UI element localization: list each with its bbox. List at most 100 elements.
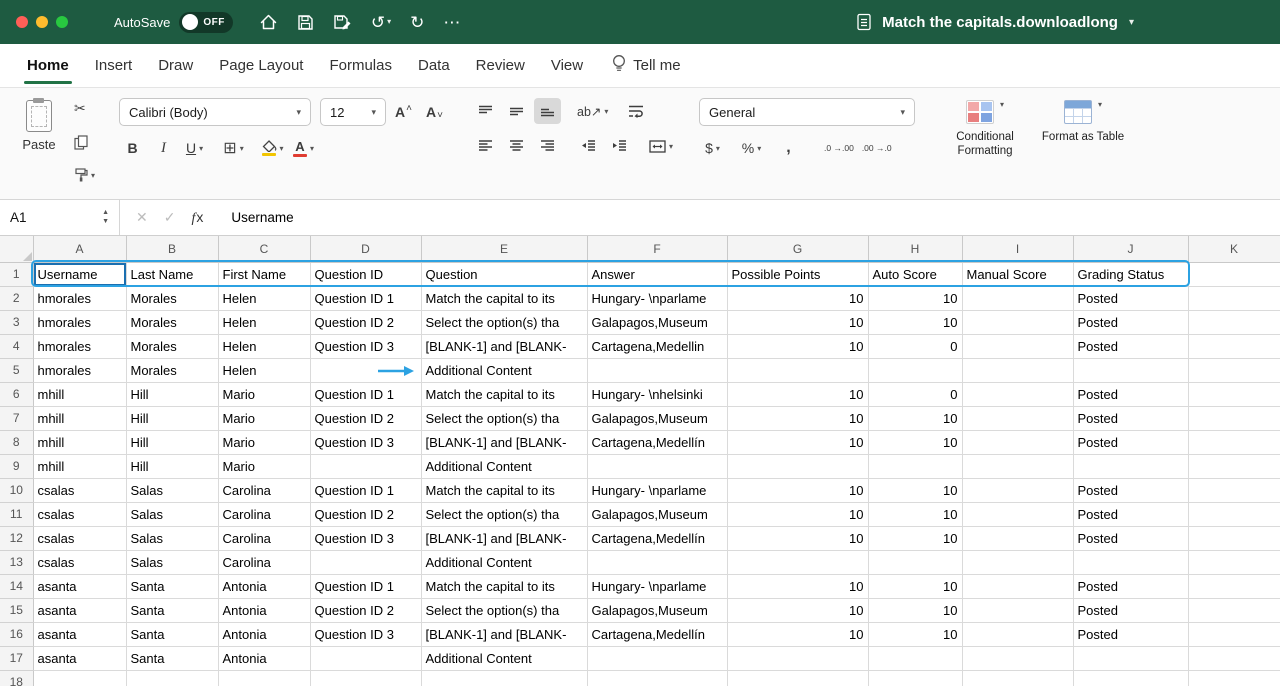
cell-K11[interactable] <box>1188 502 1280 526</box>
cell-I14[interactable] <box>962 574 1073 598</box>
cell-D18[interactable] <box>310 670 421 686</box>
cell-I7[interactable] <box>962 406 1073 430</box>
cell-F15[interactable]: Galapagos,Museum <box>587 598 727 622</box>
cell-E12[interactable]: [BLANK-1] and [BLANK- <box>421 526 587 550</box>
column-header-h[interactable]: H <box>868 236 962 262</box>
cell-J7[interactable]: Posted <box>1073 406 1188 430</box>
cell-C14[interactable]: Antonia <box>218 574 310 598</box>
cell-A7[interactable]: mhill <box>33 406 126 430</box>
cell-G18[interactable] <box>727 670 868 686</box>
cell-B2[interactable]: Morales <box>126 286 218 310</box>
cell-D11[interactable]: Question ID 2 <box>310 502 421 526</box>
italic-button[interactable]: I <box>150 135 177 161</box>
cell-C9[interactable]: Mario <box>218 454 310 478</box>
cell-G17[interactable] <box>727 646 868 670</box>
cell-E4[interactable]: [BLANK-1] and [BLANK- <box>421 334 587 358</box>
cell-G6[interactable]: 10 <box>727 382 868 406</box>
cell-C6[interactable]: Mario <box>218 382 310 406</box>
cell-E1[interactable]: Question <box>421 262 587 286</box>
align-top-button[interactable] <box>472 98 499 124</box>
cell-I18[interactable] <box>962 670 1073 686</box>
cell-G10[interactable]: 10 <box>727 478 868 502</box>
cell-J1[interactable]: Grading Status <box>1073 262 1188 286</box>
cell-K17[interactable] <box>1188 646 1280 670</box>
cell-F4[interactable]: Cartagena,Medellin <box>587 334 727 358</box>
cell-I15[interactable] <box>962 598 1073 622</box>
cell-I11[interactable] <box>962 502 1073 526</box>
tab-view[interactable]: View <box>538 44 596 87</box>
cell-A16[interactable]: asanta <box>33 622 126 646</box>
cell-K10[interactable] <box>1188 478 1280 502</box>
cell-I10[interactable] <box>962 478 1073 502</box>
column-header-g[interactable]: G <box>727 236 868 262</box>
cut-button[interactable]: ✂ <box>74 100 95 117</box>
cell-B17[interactable]: Santa <box>126 646 218 670</box>
confirm-entry-icon[interactable]: ✓ <box>164 209 176 226</box>
tab-page-layout[interactable]: Page Layout <box>206 44 316 87</box>
cell-I3[interactable] <box>962 310 1073 334</box>
cell-H4[interactable]: 0 <box>868 334 962 358</box>
cell-J18[interactable] <box>1073 670 1188 686</box>
column-header-j[interactable]: J <box>1073 236 1188 262</box>
conditional-formatting-button[interactable]: ▾ Conditional Formatting <box>939 98 1031 159</box>
cell-C7[interactable]: Mario <box>218 406 310 430</box>
cell-H1[interactable]: Auto Score <box>868 262 962 286</box>
cell-I6[interactable] <box>962 382 1073 406</box>
insert-function-icon[interactable]: fx <box>191 209 203 227</box>
increase-font-size-button[interactable]: A˄ <box>390 99 417 125</box>
cell-K13[interactable] <box>1188 550 1280 574</box>
align-middle-button[interactable] <box>503 98 530 124</box>
cell-H6[interactable]: 0 <box>868 382 962 406</box>
align-right-button[interactable] <box>534 133 561 159</box>
cell-D4[interactable]: Question ID 3 <box>310 334 421 358</box>
column-header-c[interactable]: C <box>218 236 310 262</box>
cell-I16[interactable] <box>962 622 1073 646</box>
font-name-select[interactable]: Calibri (Body) ▾ <box>119 98 311 126</box>
cell-D1[interactable]: Question ID <box>310 262 421 286</box>
cell-F1[interactable]: Answer <box>587 262 727 286</box>
cell-A9[interactable]: mhill <box>33 454 126 478</box>
cell-J2[interactable]: Posted <box>1073 286 1188 310</box>
cell-G16[interactable]: 10 <box>727 622 868 646</box>
cell-J15[interactable]: Posted <box>1073 598 1188 622</box>
decrease-decimal-button[interactable]: .00 →.0 <box>860 135 894 161</box>
cell-B16[interactable]: Santa <box>126 622 218 646</box>
cell-B18[interactable] <box>126 670 218 686</box>
row-header-18[interactable]: 18 <box>0 670 33 686</box>
cell-K1[interactable] <box>1188 262 1280 286</box>
cell-F8[interactable]: Cartagena,Medellín <box>587 430 727 454</box>
format-as-table-button[interactable]: ▾ Format as Table <box>1037 98 1129 159</box>
cell-H5[interactable] <box>868 358 962 382</box>
cell-E3[interactable]: Select the option(s) tha <box>421 310 587 334</box>
row-header-1[interactable]: 1 <box>0 262 33 286</box>
cell-I13[interactable] <box>962 550 1073 574</box>
row-header-4[interactable]: 4 <box>0 334 33 358</box>
cell-F10[interactable]: Hungary- \nparlame <box>587 478 727 502</box>
cell-F7[interactable]: Galapagos,Museum <box>587 406 727 430</box>
cell-B3[interactable]: Morales <box>126 310 218 334</box>
cell-B13[interactable]: Salas <box>126 550 218 574</box>
cell-J9[interactable] <box>1073 454 1188 478</box>
cell-H12[interactable]: 10 <box>868 526 962 550</box>
more-toolbar-icon[interactable]: ⋯ <box>443 14 460 31</box>
increase-indent-button[interactable] <box>606 133 633 159</box>
cell-F9[interactable] <box>587 454 727 478</box>
cell-A14[interactable]: asanta <box>33 574 126 598</box>
decrease-font-size-button[interactable]: A˅ <box>421 99 448 125</box>
cell-G13[interactable] <box>727 550 868 574</box>
cell-E11[interactable]: Select the option(s) tha <box>421 502 587 526</box>
row-header-14[interactable]: 14 <box>0 574 33 598</box>
cell-B11[interactable]: Salas <box>126 502 218 526</box>
orientation-button[interactable]: ab↗ ▾ <box>575 98 610 124</box>
row-header-15[interactable]: 15 <box>0 598 33 622</box>
cell-I2[interactable] <box>962 286 1073 310</box>
currency-format-button[interactable]: $▾ <box>699 135 726 161</box>
cell-A1[interactable]: Username <box>33 262 126 286</box>
cell-K18[interactable] <box>1188 670 1280 686</box>
cell-B6[interactable]: Hill <box>126 382 218 406</box>
tab-formulas[interactable]: Formulas <box>316 44 405 87</box>
cell-H15[interactable]: 10 <box>868 598 962 622</box>
cell-A10[interactable]: csalas <box>33 478 126 502</box>
cell-G4[interactable]: 10 <box>727 334 868 358</box>
column-header-f[interactable]: F <box>587 236 727 262</box>
